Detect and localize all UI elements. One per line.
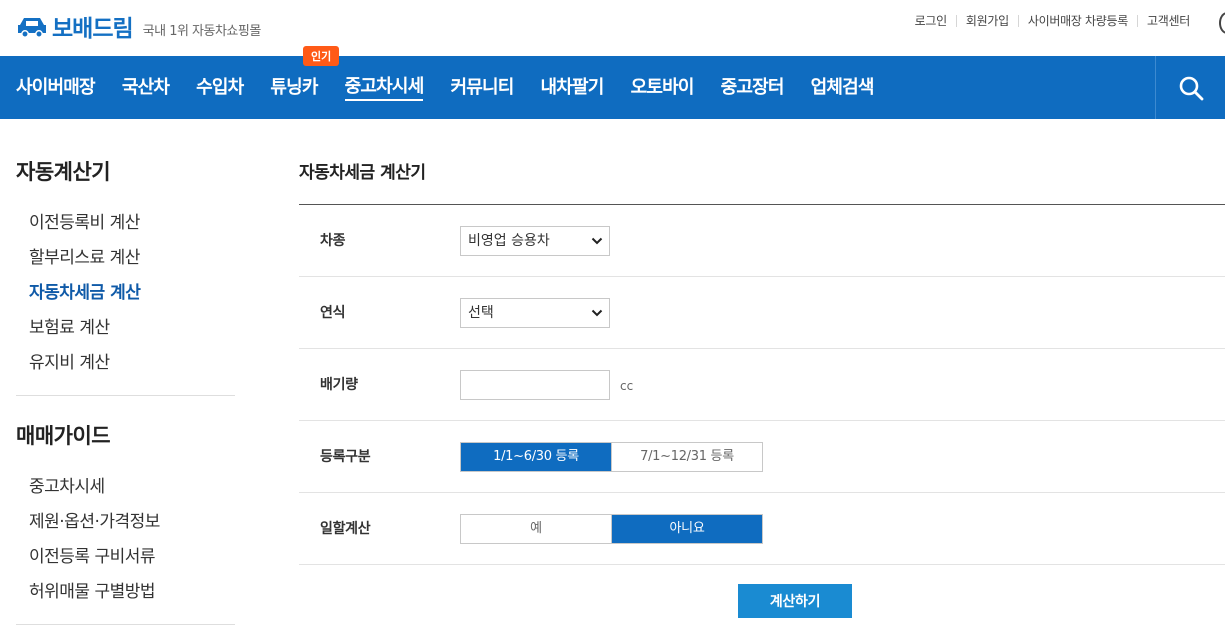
displacement-label: 배기량 [320, 377, 358, 393]
model-year-value: 선택 [468, 305, 494, 321]
sidebar-item-maintenance[interactable]: 유지비 계산 [16, 348, 235, 383]
chevron-down-icon [591, 237, 603, 245]
form-row-displacement: 배기량 cc [299, 349, 1225, 421]
sidebar-item-insurance[interactable]: 보험료 계산 [16, 313, 235, 348]
nav-item-domestic[interactable]: 국산차 [122, 76, 170, 100]
login-link[interactable]: 로그인 [906, 15, 956, 27]
search-icon [1179, 76, 1203, 100]
displacement-input[interactable] [460, 370, 610, 400]
tax-calculator-form: 차종 비영업 승용차 연식 선택 배기량 cc 등록구분 1/1~6/30 등록… [299, 204, 1225, 565]
sidebar-title-calculators: 자동계산기 [16, 160, 111, 184]
nav-item-business-search[interactable]: 업체검색 [811, 76, 875, 100]
model-year-label: 연식 [320, 305, 346, 321]
sidebar-guide-list: 중고차시세 제원·옵션·가격정보 이전등록 구비서류 허위매물 구별방법 [16, 472, 235, 612]
nav-item-import[interactable]: 수입차 [196, 76, 244, 100]
register-vehicle-link[interactable]: 사이버매장 차량등록 [1017, 15, 1137, 27]
sidebar-item-specs[interactable]: 제원·옵션·가격정보 [16, 507, 235, 542]
displacement-unit: cc [620, 379, 634, 393]
sidebar-item-fake-listing[interactable]: 허위매물 구별방법 [16, 577, 235, 612]
nav-item-cyber-store[interactable]: 사이버매장 [16, 76, 96, 100]
nav-item-sell-car[interactable]: 내차팔기 [541, 76, 605, 100]
nav-item-motorcycle[interactable]: 오토바이 [631, 76, 695, 100]
main-content: 자동차세금 계산기 차종 비영업 승용차 연식 선택 배기량 cc 등록구분 1… [299, 158, 1225, 618]
sidebar-item-used-price[interactable]: 중고차시세 [16, 472, 235, 507]
search-button[interactable] [1155, 56, 1225, 119]
registration-toggle: 1/1~6/30 등록 7/1~12/31 등록 [460, 442, 763, 472]
utility-links: 로그인 회원가입 사이버매장 차량등록 고객센터 [906, 15, 1199, 27]
nav-item-used-price[interactable]: 중고차시세 [344, 75, 424, 101]
sidebar-divider [16, 624, 235, 625]
registration-second-half-option[interactable]: 7/1~12/31 등록 [611, 443, 762, 471]
sidebar-divider [16, 395, 235, 396]
sidebar-item-transfer-fee[interactable]: 이전등록비 계산 [16, 208, 235, 243]
sidebar-item-car-tax[interactable]: 자동차세금 계산 [16, 278, 235, 313]
car-type-label: 차종 [320, 233, 346, 249]
customer-center-link[interactable]: 고객센터 [1137, 15, 1199, 27]
prorate-label: 일할계산 [320, 521, 371, 537]
form-row-model-year: 연식 선택 [299, 277, 1225, 349]
car-type-value: 비영업 승용차 [468, 233, 550, 249]
form-row-registration: 등록구분 1/1~6/30 등록 7/1~12/31 등록 [299, 421, 1225, 493]
prorate-yes-option[interactable]: 예 [461, 515, 611, 543]
form-row-prorate: 일할계산 예 아니요 [299, 493, 1225, 565]
top-header: 보배드림 국내 1위 자동차쇼핑몰 로그인 회원가입 사이버매장 차량등록 고객… [0, 0, 1225, 56]
nav-menu: 사이버매장 국산차 수입차 튜닝카 중고차시세 커뮤니티 내차팔기 오토바이 중… [16, 56, 901, 119]
form-row-car-type: 차종 비영업 승용차 [299, 205, 1225, 277]
nav-item-tuning[interactable]: 튜닝카 [270, 76, 318, 100]
site-logo[interactable]: 보배드림 국내 1위 자동차쇼핑몰 [16, 9, 261, 43]
sidebar-title-trade-guide: 매매가이드 [16, 424, 111, 448]
logo-name: 보배드림 [52, 16, 134, 42]
model-year-select[interactable]: 선택 [460, 298, 610, 328]
nav-item-community[interactable]: 커뮤니티 [450, 76, 514, 100]
registration-first-half-option[interactable]: 1/1~6/30 등록 [461, 443, 611, 471]
logo-tagline: 국내 1위 자동차쇼핑몰 [142, 23, 262, 39]
prorate-no-option[interactable]: 아니요 [611, 515, 762, 543]
registration-label: 등록구분 [320, 449, 371, 465]
prorate-toggle: 예 아니요 [460, 514, 763, 544]
signup-link[interactable]: 회원가입 [955, 15, 1018, 27]
car-type-select[interactable]: 비영업 승용차 [460, 226, 610, 256]
sidebar-calculator-list: 이전등록비 계산 할부리스료 계산 자동차세금 계산 보험료 계산 유지비 계산 [16, 208, 235, 383]
calculate-button[interactable]: 계산하기 [738, 584, 852, 618]
sidebar-item-installment[interactable]: 할부리스료 계산 [16, 243, 235, 278]
main-nav: 사이버매장 국산차 수입차 튜닝카 중고차시세 커뮤니티 내차팔기 오토바이 중… [0, 56, 1225, 119]
sidebar: 자동계산기 이전등록비 계산 할부리스료 계산 자동차세금 계산 보험료 계산 … [16, 156, 235, 628]
car-logo-icon [18, 18, 46, 38]
chevron-down-icon [591, 309, 603, 317]
popular-badge: 인기 [303, 46, 340, 66]
partial-circle-icon[interactable] [1219, 12, 1225, 34]
page-title: 자동차세금 계산기 [299, 163, 426, 183]
nav-item-used-market[interactable]: 중고장터 [721, 76, 785, 100]
sidebar-item-documents[interactable]: 이전등록 구비서류 [16, 542, 235, 577]
